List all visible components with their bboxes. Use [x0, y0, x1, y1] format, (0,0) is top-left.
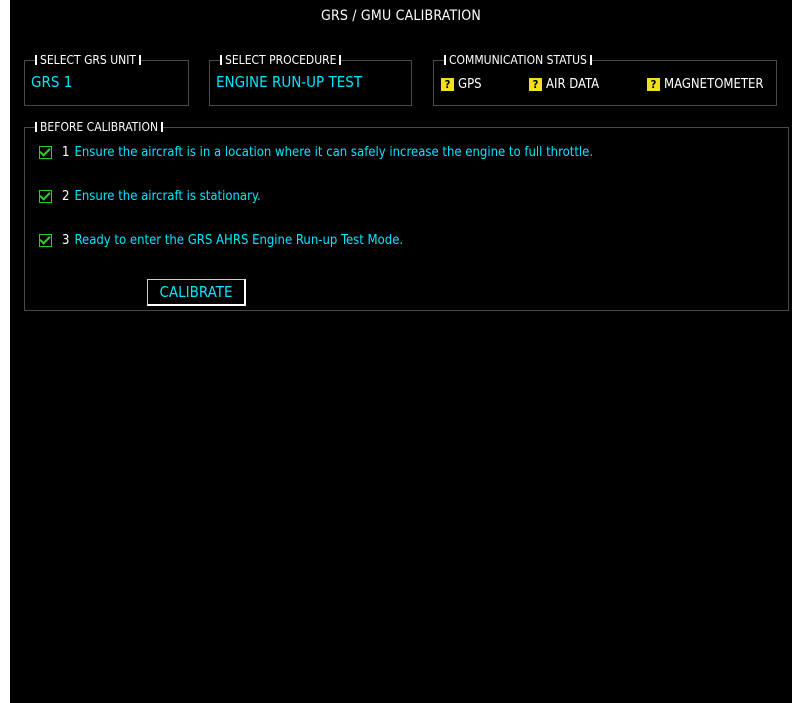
checkmark-icon	[39, 234, 52, 247]
grs-unit-group: SELECT GRS UNIT GRS 1	[24, 52, 189, 106]
grs-unit-label: SELECT GRS UNIT	[35, 52, 141, 68]
procedure-select[interactable]: ENGINE RUN-UP TEST	[216, 73, 362, 91]
checkmark-icon	[39, 146, 52, 159]
step-number: 3	[62, 233, 70, 248]
before-calibration-group: BEFORE CALIBRATION 1 Ensure the aircraft…	[24, 119, 789, 311]
step-text: Ensure the aircraft is in a location whe…	[74, 145, 594, 160]
procedure-label: SELECT PROCEDURE	[219, 52, 342, 68]
checkmark-icon	[39, 190, 52, 203]
question-icon: ?	[529, 78, 542, 91]
before-calibration-label: BEFORE CALIBRATION	[34, 119, 164, 135]
communication-status-label: COMMUNICATION STATUS	[444, 52, 592, 68]
comm-status-air-data: ? AIR DATA	[529, 77, 599, 92]
grs-unit-select[interactable]: GRS 1	[31, 73, 72, 91]
calibration-screen: GRS / GMU CALIBRATION SELECT GRS UNIT GR…	[10, 0, 792, 703]
question-icon: ?	[647, 78, 660, 91]
page-title: GRS / GMU CALIBRATION	[320, 8, 482, 24]
question-icon: ?	[441, 78, 454, 91]
comm-status-magnetometer: ? MAGNETOMETER	[647, 77, 764, 92]
comm-status-magnetometer-label: MAGNETOMETER	[664, 77, 764, 92]
step-text: Ensure the aircraft is stationary.	[74, 189, 261, 204]
step-text: Ready to enter the GRS AHRS Engine Run-u…	[74, 233, 404, 248]
comm-status-gps-label: GPS	[458, 77, 482, 92]
procedure-group: SELECT PROCEDURE ENGINE RUN-UP TEST	[209, 52, 412, 106]
checklist-item: 1 Ensure the aircraft is in a location w…	[39, 145, 593, 160]
comm-status-gps: ? GPS	[441, 77, 482, 92]
comm-status-air-data-label: AIR DATA	[546, 77, 600, 92]
step-number: 2	[62, 189, 70, 204]
communication-status-group: COMMUNICATION STATUS ? GPS ? AIR DATA ? …	[433, 52, 777, 106]
step-number: 1	[62, 145, 70, 160]
calibrate-button[interactable]: CALIBRATE	[147, 279, 246, 306]
checklist-item: 2 Ensure the aircraft is stationary.	[39, 189, 261, 204]
checklist-item: 3 Ready to enter the GRS AHRS Engine Run…	[39, 233, 403, 248]
